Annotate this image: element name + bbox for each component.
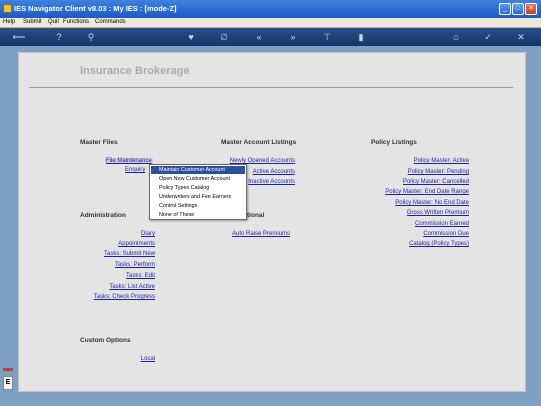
enquiry-link[interactable]: Enquiry: [125, 167, 145, 173]
app-icon: [3, 4, 12, 13]
menu-functions[interactable]: Functions: [63, 19, 89, 25]
diary-link[interactable]: Diary: [79, 231, 155, 237]
window-title: IES Navigator Client v8.03 : My IES : [m…: [14, 4, 177, 13]
menu-commands[interactable]: Commands: [95, 19, 126, 25]
custom-options-heading: Custom Options: [80, 337, 131, 344]
menubar: Help Submit Quit Functions Commands: [0, 18, 541, 28]
tasks-check-progress-link[interactable]: Tasks: Check Progress: [79, 294, 155, 300]
last-page-icon[interactable]: »: [286, 30, 300, 44]
link-icon[interactable]: ∅: [217, 30, 231, 44]
side-strip: [3, 368, 13, 371]
side-glyph: E: [3, 376, 13, 390]
main-content: Insurance Brokerage Master Files File Ma…: [18, 52, 526, 392]
close-icon[interactable]: ✕: [514, 30, 528, 44]
policy-master-active-link[interactable]: Policy Master: Active: [359, 158, 469, 164]
title-divider: [29, 87, 513, 88]
file-maintenance-popup-menu: Maintain Customer Account Open New Custo…: [149, 164, 247, 220]
popup-item-maintain-customer-account[interactable]: Maintain Customer Account: [151, 166, 245, 174]
appointments-link[interactable]: Appointments: [79, 241, 155, 247]
heart-icon[interactable]: ♥: [184, 30, 198, 44]
popup-item-policy-types-catalog[interactable]: Policy Types Catalog: [151, 184, 245, 192]
close-window-button[interactable]: ✕: [525, 3, 537, 15]
menu-quit[interactable]: Quit: [48, 19, 59, 25]
help-icon[interactable]: ?: [52, 30, 66, 44]
window-titlebar: IES Navigator Client v8.03 : My IES : [m…: [0, 0, 541, 18]
catalog-policy-types-link[interactable]: Catalog (Policy Types): [359, 241, 469, 247]
file-maintenance-link[interactable]: File Maintenance: [105, 158, 153, 164]
tasks-perform-link[interactable]: Tasks: Perform: [79, 262, 155, 268]
tasks-submit-new-link[interactable]: Tasks: Submit New: [79, 251, 155, 257]
ok-icon[interactable]: ✓: [481, 30, 495, 44]
first-page-icon[interactable]: «: [252, 30, 266, 44]
policy-master-cancelled-link[interactable]: Policy Master: Cancelled: [359, 179, 469, 185]
minimize-button[interactable]: _: [499, 3, 511, 15]
copy-icon[interactable]: ▮: [354, 30, 368, 44]
master-account-listings-heading: Master Account Listings: [221, 139, 297, 146]
side-taskbar-fragment: E: [3, 368, 13, 392]
pin-icon[interactable]: ⊤: [320, 30, 334, 44]
back-icon[interactable]: ⟵: [6, 30, 32, 44]
menu-submit[interactable]: Submit: [23, 19, 42, 25]
policy-master-no-end-date-link[interactable]: Policy Master: No End Date: [359, 200, 469, 206]
master-files-heading: Master Files: [80, 139, 118, 146]
popup-item-underwriters-fee-earners[interactable]: Underwriters and Fee Earners: [151, 193, 245, 201]
auto-raise-premiums-link[interactable]: Auto Raise Premiums: [232, 231, 290, 237]
tasks-list-active-link[interactable]: Tasks: List Active: [79, 284, 155, 290]
administration-heading: Administration: [80, 212, 126, 219]
tasks-edit-link[interactable]: Tasks: Edit: [79, 273, 155, 279]
popup-item-open-new-customer-account[interactable]: Open New Customer Account: [151, 175, 245, 183]
policy-master-end-date-range-link[interactable]: Policy Master: End Date Range: [359, 189, 469, 195]
policy-master-pending-link[interactable]: Policy Master: Pending: [359, 169, 469, 175]
commission-earned-link[interactable]: Commission Earned: [359, 221, 469, 227]
gross-written-premium-link[interactable]: Gross Written Premium: [359, 210, 469, 216]
search-icon[interactable]: ⚲: [84, 30, 98, 44]
menu-help[interactable]: Help: [3, 19, 15, 25]
toolbar: ⟵ ? ⚲ ♥ ∅ « » ⊤ ▮ ⌂ ✓ ✕: [0, 28, 541, 46]
local-link[interactable]: Local: [79, 356, 155, 362]
popup-item-control-settings[interactable]: Control Settings: [151, 202, 245, 210]
page-title: Insurance Brokerage: [80, 65, 190, 77]
optional-heading: tional: [247, 212, 265, 219]
policy-listings-heading: Policy Listings: [371, 139, 417, 146]
commission-due-link[interactable]: Commission Due: [359, 231, 469, 237]
home-icon[interactable]: ⌂: [449, 30, 463, 44]
popup-item-none-of-these[interactable]: None of These: [151, 211, 245, 219]
restore-button[interactable]: □: [512, 3, 524, 15]
